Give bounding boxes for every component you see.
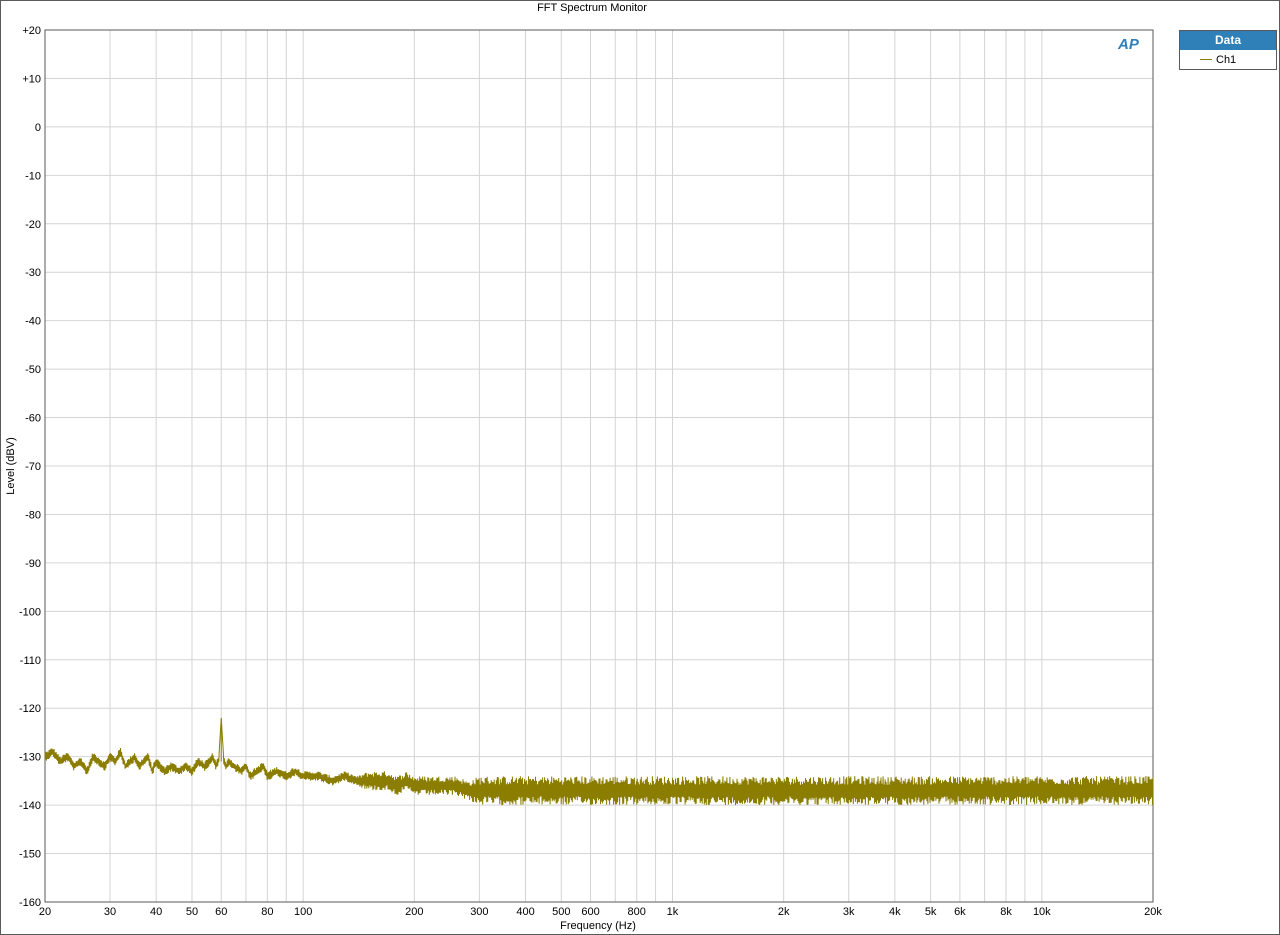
x-tick-label: 5k bbox=[925, 906, 937, 918]
series-line-ch1 bbox=[44, 718, 1154, 806]
x-tick-labels: 20 30 40 50 60 80 100 200 300 400 500 600 800 1k 2k 3k 4… bbox=[39, 906, 1162, 918]
y-tick-label: -60 bbox=[25, 413, 41, 425]
x-tick-label: 40 bbox=[150, 906, 162, 918]
x-axis-title: Frequency (Hz) bbox=[560, 920, 636, 932]
y-tick-label: -30 bbox=[25, 267, 41, 279]
y-tick-label: +20 bbox=[22, 25, 41, 37]
y-tick-label: -130 bbox=[19, 752, 41, 764]
x-tick-label: 3k bbox=[843, 906, 855, 918]
x-tick-label: 6k bbox=[954, 906, 966, 918]
legend: Data Ch1 bbox=[1179, 30, 1277, 70]
x-tick-label: 80 bbox=[261, 906, 273, 918]
chart-svg: 20 30 40 50 60 80 100 200 300 400 500 600 800 1k 2k 3k 4… bbox=[5, 2, 1162, 932]
x-tick-label: 2k bbox=[778, 906, 790, 918]
x-tick-label: 30 bbox=[104, 906, 116, 918]
x-tick-label: 60 bbox=[215, 906, 227, 918]
y-tick-label: -50 bbox=[25, 364, 41, 376]
x-tick-label: 10k bbox=[1033, 906, 1051, 918]
x-tick-label: 800 bbox=[628, 906, 646, 918]
x-tick-label: 4k bbox=[889, 906, 901, 918]
x-tick-label: 20k bbox=[1144, 906, 1162, 918]
y-tick-label: -150 bbox=[19, 849, 41, 861]
y-tick-label: -140 bbox=[19, 800, 41, 812]
ap-logo: AP bbox=[1118, 36, 1139, 53]
x-tick-label: 500 bbox=[552, 906, 570, 918]
x-tick-label: 50 bbox=[186, 906, 198, 918]
chart-title: FFT Spectrum Monitor bbox=[537, 2, 647, 14]
y-tick-label: -90 bbox=[25, 558, 41, 570]
x-tick-label: 100 bbox=[294, 906, 312, 918]
series-layer bbox=[44, 717, 1154, 806]
y-tick-label: -110 bbox=[20, 655, 41, 667]
legend-swatch bbox=[1200, 59, 1212, 60]
y-tick-label: +10 bbox=[22, 73, 41, 85]
y-axis-title: Level (dBV) bbox=[5, 437, 17, 494]
y-tick-label: -80 bbox=[25, 509, 41, 521]
x-tick-label: 200 bbox=[405, 906, 423, 918]
y-tick-label: -70 bbox=[25, 461, 41, 473]
legend-label: Ch1 bbox=[1216, 53, 1237, 66]
x-tick-label: 600 bbox=[581, 906, 599, 918]
y-tick-label: -10 bbox=[25, 170, 41, 182]
y-tick-label: -100 bbox=[19, 606, 41, 618]
y-tick-label: -20 bbox=[25, 219, 41, 231]
legend-item-ch1[interactable]: Ch1 bbox=[1180, 50, 1276, 69]
x-tick-label: 300 bbox=[470, 906, 488, 918]
y-tick-label: -160 bbox=[19, 897, 41, 909]
x-tick-label: 400 bbox=[516, 906, 534, 918]
y-tick-label: -40 bbox=[25, 316, 41, 328]
legend-header: Data bbox=[1180, 31, 1276, 50]
x-tick-label: 1k bbox=[667, 906, 679, 918]
grid bbox=[44, 29, 1154, 903]
y-tick-label: 0 bbox=[35, 122, 41, 134]
y-tick-label: -120 bbox=[19, 703, 41, 715]
y-tick-labels: +20 +10 0 -10 -20 -30 -40 -50 -60 -70 -80 -90 -100 -1… bbox=[19, 25, 41, 909]
x-tick-label: 8k bbox=[1000, 906, 1012, 918]
